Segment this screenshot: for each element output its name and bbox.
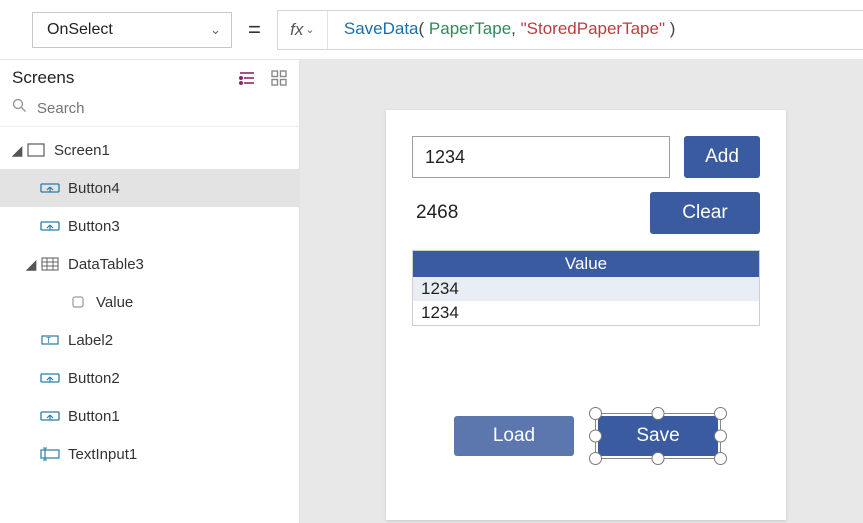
tree-view-toggles: [239, 70, 287, 86]
tree-panel: Screens ◢ Screen1: [0, 60, 300, 523]
tree-node-button1[interactable]: Button1: [0, 397, 299, 435]
tree-node-button3[interactable]: Button3: [0, 207, 299, 245]
tree-node-label: Screen1: [54, 142, 299, 159]
search-icon: [12, 98, 27, 118]
datatable-icon: [40, 254, 60, 274]
tree-node-label: Button2: [68, 370, 299, 387]
screen-icon: [26, 140, 46, 160]
resize-handle[interactable]: [589, 430, 602, 443]
resize-handle[interactable]: [714, 452, 727, 465]
tree-node-label: Button1: [68, 408, 299, 425]
chevron-down-icon: ⌄: [210, 22, 221, 38]
formula-input[interactable]: SaveData( PaperTape, "StoredPaperTape" ): [328, 19, 863, 40]
table-header-value: Value: [413, 251, 759, 277]
tree-node-value[interactable]: Value: [0, 283, 299, 321]
load-button[interactable]: Load: [454, 416, 574, 456]
tree-node-label: DataTable3: [68, 256, 299, 273]
resize-handle[interactable]: [714, 407, 727, 420]
button-icon: [40, 406, 60, 426]
text-input[interactable]: [412, 136, 670, 178]
formula-bar: OnSelect ⌄ = fx ⌄ SaveData( PaperTape, "…: [0, 0, 863, 60]
add-button[interactable]: Add: [684, 136, 760, 178]
button-icon: [40, 178, 60, 198]
resize-handle[interactable]: [714, 430, 727, 443]
resize-handle[interactable]: [652, 452, 665, 465]
resize-handle[interactable]: [652, 407, 665, 420]
main-area: Screens ◢ Screen1: [0, 60, 863, 523]
tree-node-label: Label2: [68, 332, 299, 349]
fx-icon: fx: [290, 20, 303, 40]
table-row[interactable]: 1234: [413, 277, 759, 301]
result-label: 2468: [412, 202, 458, 224]
row-load-save: Load Save: [412, 416, 760, 456]
list-view-icon[interactable]: [239, 71, 257, 85]
formula-input-container: fx ⌄ SaveData( PaperTape, "StoredPaperTa…: [277, 10, 863, 50]
column-icon: [68, 292, 88, 312]
tree-node-screen1[interactable]: ◢ Screen1: [0, 131, 299, 169]
row-label-clear: 2468 Clear: [412, 192, 760, 234]
data-table[interactable]: Value 1234 1234: [412, 250, 760, 326]
tree-node-label: Button3: [68, 218, 299, 235]
svg-text:T: T: [46, 336, 51, 345]
tree-node-label: TextInput1: [68, 446, 299, 463]
collapse-icon[interactable]: ◢: [22, 256, 40, 273]
resize-handle[interactable]: [589, 407, 602, 420]
tree-title: Screens: [12, 68, 74, 88]
chevron-down-icon: ⌄: [305, 23, 314, 36]
selected-control-wrapper: Save: [598, 416, 718, 456]
tree-node-button2[interactable]: Button2: [0, 359, 299, 397]
fx-dropdown[interactable]: fx ⌄: [278, 11, 328, 49]
grid-view-icon[interactable]: [271, 70, 287, 86]
tree-header: Screens: [0, 60, 299, 94]
row-input-add: Add: [412, 136, 760, 178]
tree-node-label2[interactable]: T Label2: [0, 321, 299, 359]
search-input[interactable]: [37, 100, 287, 117]
table-row[interactable]: 1234: [413, 301, 759, 325]
app-screen: Add 2468 Clear Value 1234 1234 Load Save: [386, 110, 786, 520]
property-dropdown-label: OnSelect: [47, 21, 113, 39]
property-dropdown[interactable]: OnSelect ⌄: [32, 12, 232, 48]
tree-node-label: Value: [96, 294, 299, 311]
label-icon: T: [40, 330, 60, 350]
canvas-area[interactable]: Add 2468 Clear Value 1234 1234 Load Save: [300, 60, 863, 523]
button-icon: [40, 216, 60, 236]
equals-sign: =: [244, 17, 265, 43]
tree-search[interactable]: [0, 94, 299, 127]
tree-node-datatable3[interactable]: ◢ DataTable3: [0, 245, 299, 283]
tree-list: ◢ Screen1 Button4 Button3 ◢ DataTable3 V…: [0, 127, 299, 523]
tree-node-button4[interactable]: Button4: [0, 169, 299, 207]
collapse-icon[interactable]: ◢: [8, 142, 26, 159]
textinput-icon: [40, 444, 60, 464]
tree-node-textinput1[interactable]: TextInput1: [0, 435, 299, 473]
button-icon: [40, 368, 60, 388]
tree-node-label: Button4: [68, 180, 299, 197]
clear-button[interactable]: Clear: [650, 192, 760, 234]
save-button[interactable]: Save: [598, 416, 718, 456]
resize-handle[interactable]: [589, 452, 602, 465]
